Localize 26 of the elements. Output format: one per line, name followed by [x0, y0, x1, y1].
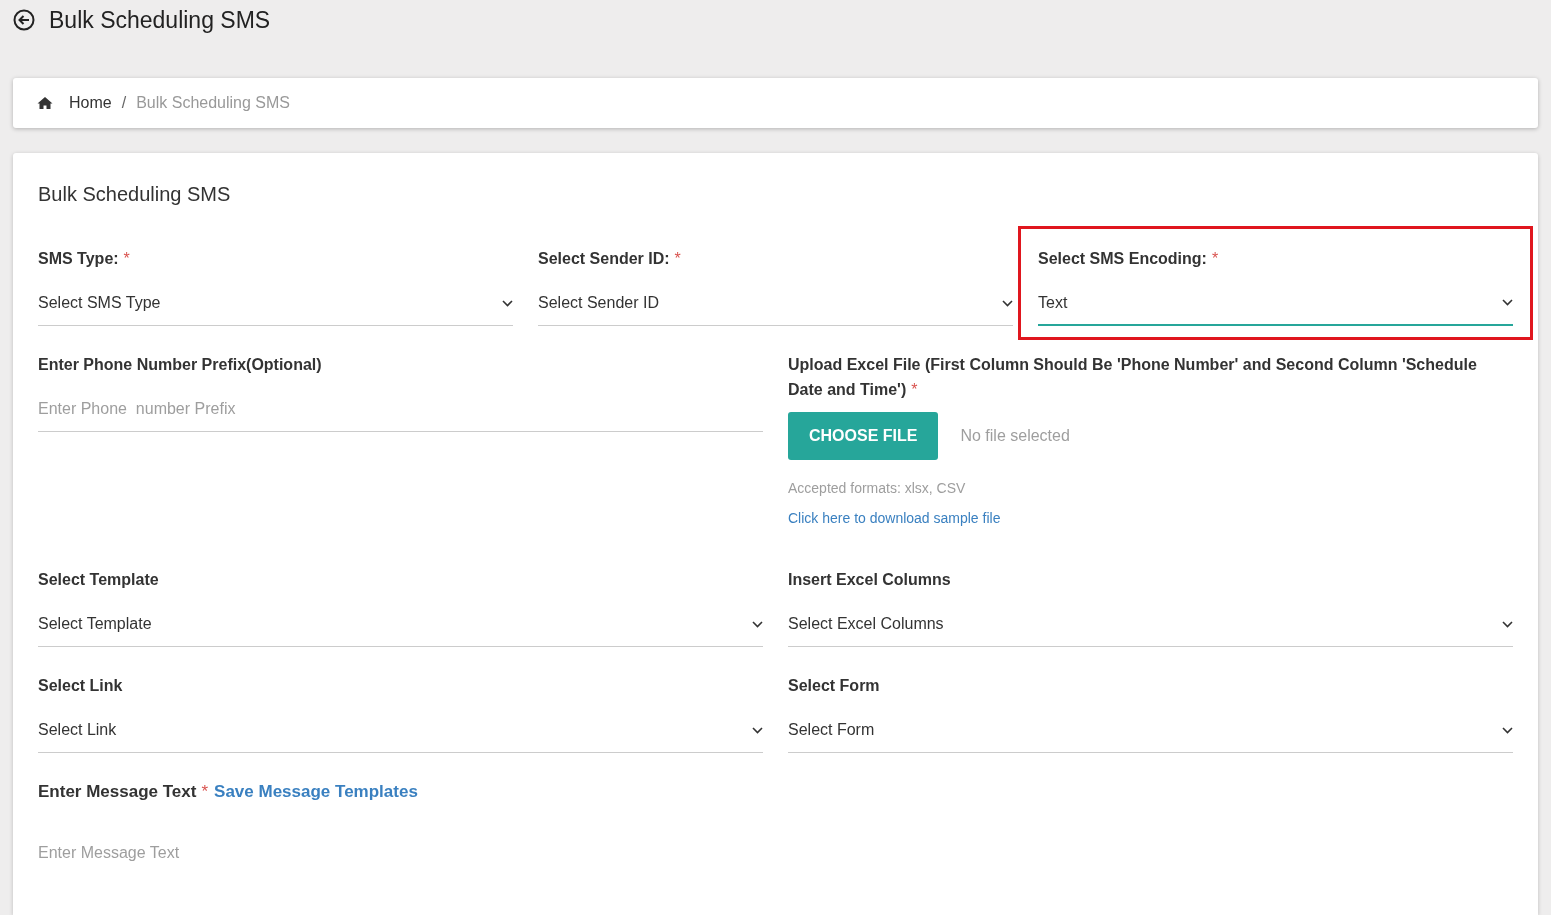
download-link[interactable]: Click here to download sample file — [788, 510, 1001, 526]
field-label: Select Sender ID: * — [538, 250, 681, 267]
field-label: Select Template — [38, 571, 159, 588]
page-title: Bulk Scheduling SMS — [49, 6, 271, 34]
current-page-label: Bulk Scheduling SMS — [136, 94, 290, 112]
card-title: Bulk Scheduling SMS — [38, 183, 232, 206]
field-label: Upload Excel File (First Column Should Be 'Phone Number' and Second Column 'Schedule Date and Time') * — [788, 356, 1477, 398]
select-field[interactable]: Select Excel Columns — [788, 602, 1513, 647]
field-label: Enter Phone Number Prefix(Optional) — [38, 356, 322, 373]
select-field[interactable]: Select Link — [38, 708, 763, 753]
breadcrumb-separator: / — [121, 94, 127, 112]
select-field[interactable]: Select Template — [38, 602, 763, 647]
select-field[interactable]: Select SMS Type — [38, 281, 513, 326]
select-field[interactable]: Select Form — [788, 708, 1513, 753]
field-label: Select SMS Encoding: * — [1038, 250, 1219, 267]
select-field[interactable]: Text — [1038, 281, 1513, 326]
field-label: Enter Message Text * — [38, 782, 209, 801]
field-label: Insert Excel Columns — [788, 571, 951, 588]
save-templates-link[interactable]: Save Message Templates — [214, 782, 418, 801]
select-field[interactable]: Select Sender ID — [538, 281, 1013, 326]
breadcrumb-link[interactable]: Home — [69, 94, 112, 112]
field-label: Select Form — [788, 677, 880, 694]
format-hint: Accepted formats: xlsx, CSV — [788, 480, 967, 496]
field-label: SMS Type: * — [38, 250, 130, 267]
file-status: No file selected — [960, 427, 1070, 445]
field-label: Select Link — [38, 677, 123, 694]
